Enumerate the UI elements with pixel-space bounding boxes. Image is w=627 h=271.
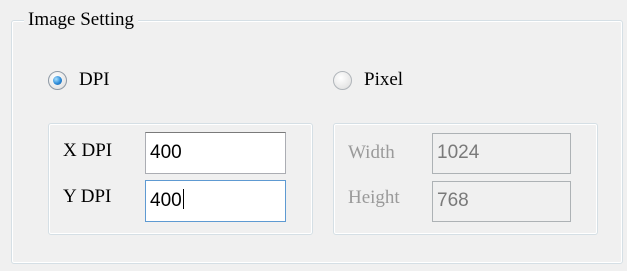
- dpi-radio-option[interactable]: DPI: [48, 69, 110, 91]
- width-value: 1024: [437, 142, 480, 163]
- group-title: Image Setting: [24, 8, 139, 32]
- dpi-radio-button[interactable]: [48, 70, 67, 90]
- height-value: 768: [437, 190, 469, 211]
- y-dpi-input[interactable]: 400: [145, 180, 286, 222]
- height-input[interactable]: 768: [432, 181, 571, 222]
- height-label: Height: [348, 187, 400, 208]
- x-dpi-label: X DPI: [63, 140, 113, 161]
- pixel-radio-label[interactable]: Pixel: [364, 69, 403, 91]
- pixel-radio-option[interactable]: Pixel: [333, 69, 403, 91]
- x-dpi-value: 400: [150, 142, 182, 163]
- width-label: Width: [348, 142, 395, 163]
- dpi-radio-label[interactable]: DPI: [79, 69, 110, 91]
- width-input[interactable]: 1024: [432, 133, 571, 174]
- x-dpi-input[interactable]: 400: [145, 132, 286, 174]
- y-dpi-value: 400: [150, 190, 182, 211]
- text-caret: [182, 189, 184, 209]
- pixel-radio-button[interactable]: [333, 70, 352, 90]
- y-dpi-label: Y DPI: [63, 186, 112, 207]
